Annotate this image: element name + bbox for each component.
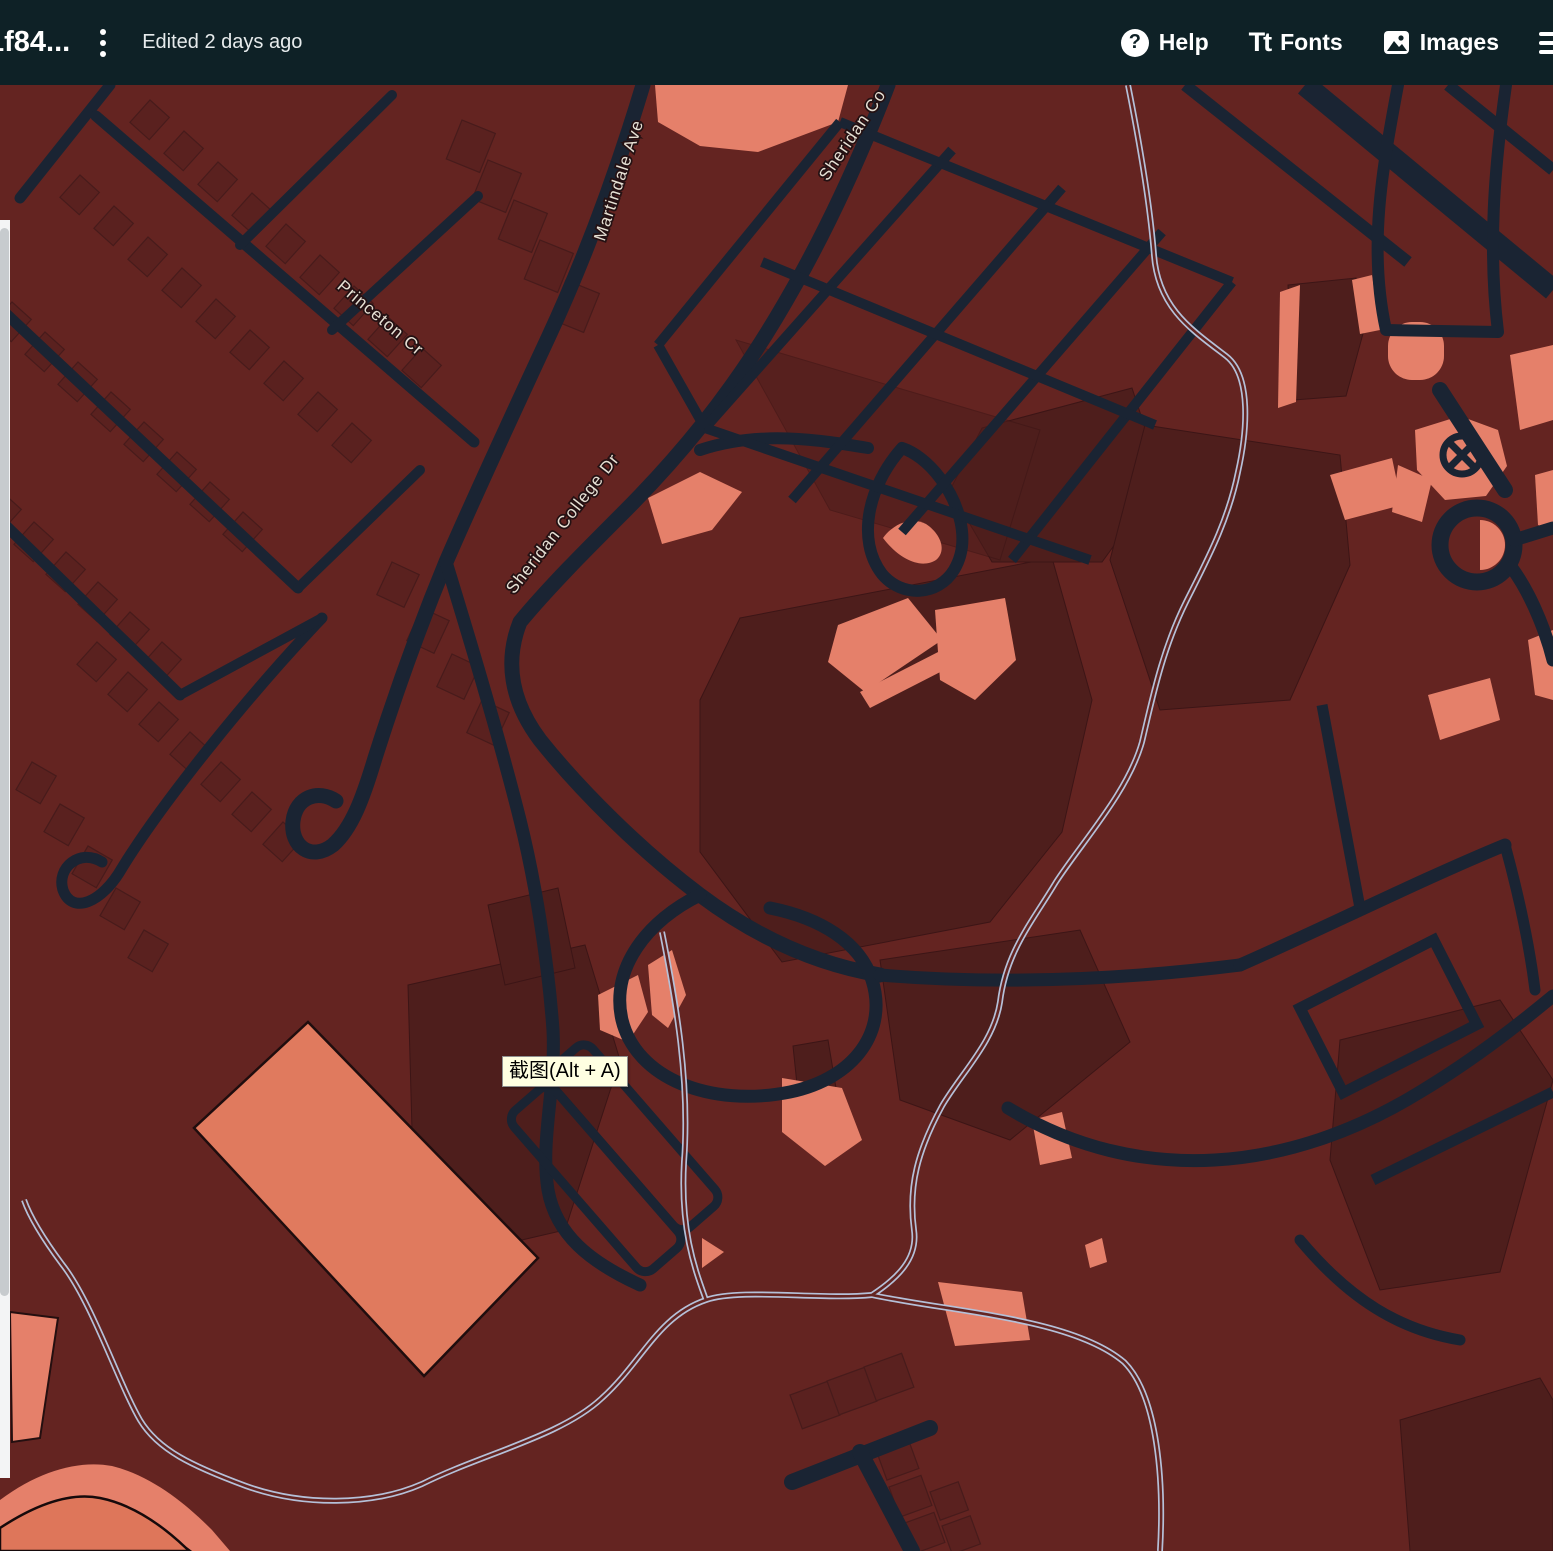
- kebab-menu-icon[interactable]: [100, 29, 106, 57]
- left-scrollbar-thumb[interactable]: [0, 228, 9, 1296]
- layers-menu-icon[interactable]: [1539, 32, 1553, 54]
- left-scrollbar-track[interactable]: [0, 220, 10, 1478]
- document-title[interactable]: 1f84...: [0, 26, 70, 59]
- image-icon: [1383, 29, 1410, 56]
- images-button[interactable]: Images: [1383, 29, 1499, 56]
- question-circle-icon: ?: [1121, 29, 1149, 57]
- help-button[interactable]: ? Help: [1121, 29, 1209, 57]
- map-editor-window: Princeton CrMartindale AveSheridan Colle…: [0, 0, 1553, 1551]
- map-canvas[interactable]: Princeton CrMartindale AveSheridan Colle…: [0, 0, 1553, 1551]
- edited-status: Edited 2 days ago: [142, 31, 302, 54]
- fonts-button[interactable]: Tt Fonts: [1249, 27, 1343, 58]
- screenshot-tooltip: 截图(Alt + A): [502, 1056, 628, 1087]
- top-toolbar: 1f84... Edited 2 days ago ? Help Tt Font…: [0, 0, 1553, 85]
- text-Tt-icon: Tt: [1249, 27, 1270, 58]
